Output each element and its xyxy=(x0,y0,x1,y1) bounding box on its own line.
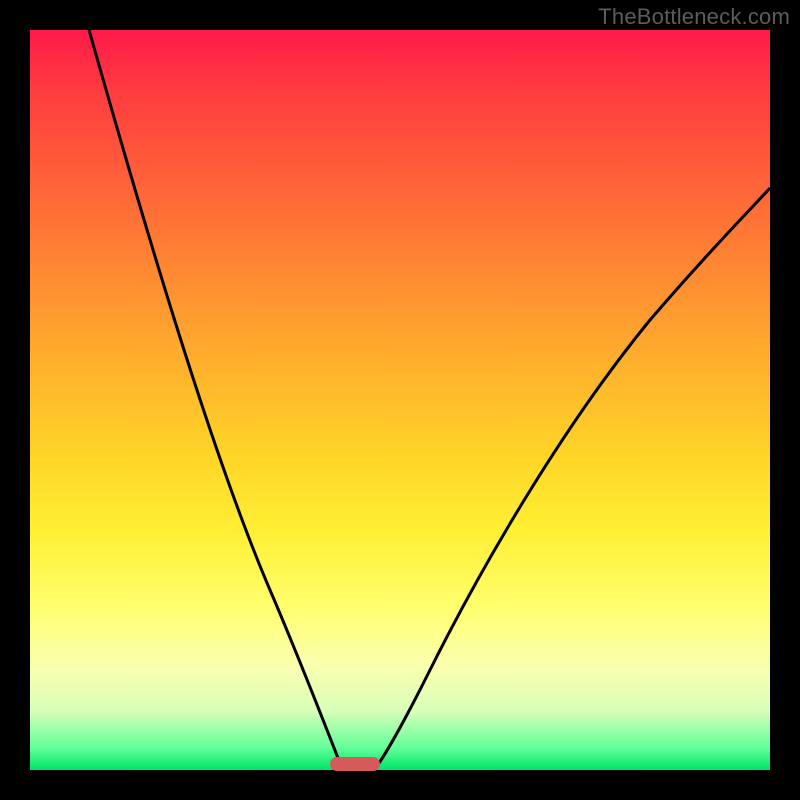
chart-frame: TheBottleneck.com xyxy=(0,0,800,800)
curve-right xyxy=(374,188,770,770)
watermark-text: TheBottleneck.com xyxy=(598,4,790,30)
bottleneck-marker xyxy=(330,757,380,771)
plot-area xyxy=(30,30,770,770)
curve-layer xyxy=(30,30,770,770)
curve-left xyxy=(89,30,343,770)
